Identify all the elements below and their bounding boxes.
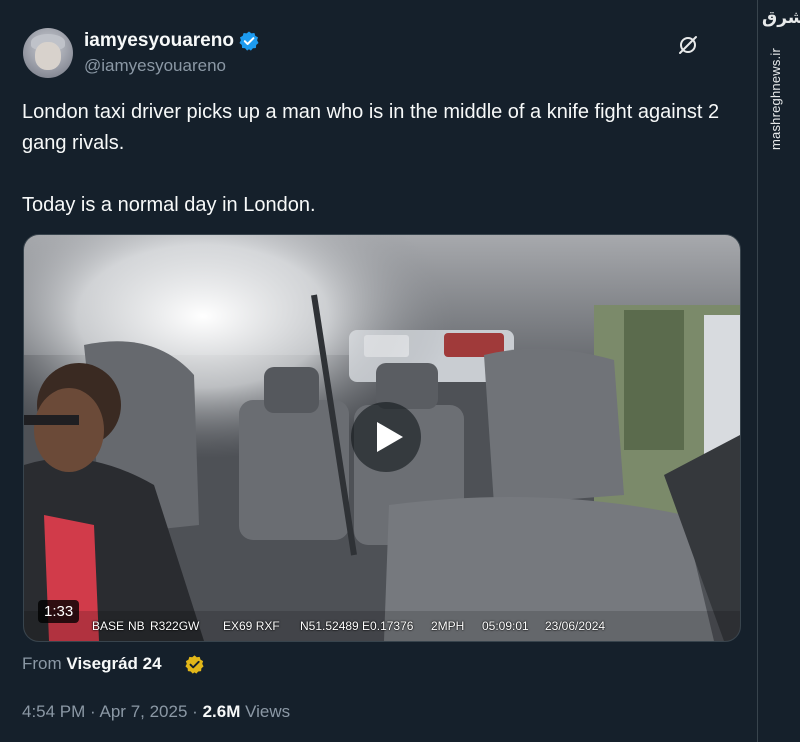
video-player[interactable]: 1:33 BASE NB R322GW EX69 RXF N51.52489 E… (23, 234, 741, 642)
author-handle[interactable]: @iamyesyouareno (84, 56, 226, 76)
views-label: Views (245, 702, 291, 721)
meta-separator: · (90, 702, 96, 721)
tweet-time[interactable]: 4:54 PM (22, 702, 85, 721)
meta-separator: · (192, 702, 198, 721)
avatar-face (35, 42, 61, 70)
grok-icon[interactable] (676, 33, 700, 57)
watermark-logo: مشرق (762, 8, 800, 28)
play-icon (377, 422, 403, 452)
video-source: From Visegrád 24 (22, 654, 162, 674)
video-duration: 1:33 (38, 600, 80, 623)
watermark: مشرق mashreghnews.ir (758, 0, 800, 742)
video-overlay-speed: 2MPH (431, 619, 465, 633)
video-overlay-date: 23/06/2024 (545, 619, 606, 633)
video-overlay-plate-ref: R322GW (150, 619, 200, 633)
gold-verified-icon (185, 655, 204, 674)
video-source-name[interactable]: Visegrád 24 (66, 654, 161, 673)
tweet-text-line: London taxi driver picks up a man who is… (22, 101, 720, 154)
video-overlay-reg: EX69 RXF (223, 619, 280, 633)
video-overlay-coords: N51.52489 E0.17376 (300, 619, 414, 633)
tweet-text-line: Today is a normal day in London. (22, 194, 316, 216)
video-source-prefix: From (22, 654, 62, 673)
tweet-meta: 4:54 PM · Apr 7, 2025 · 2.6M Views (22, 702, 290, 722)
author-display-name[interactable]: iamyesyouareno (84, 30, 234, 52)
verified-check-icon (239, 31, 259, 51)
tweet-text: London taxi driver picks up a man who is… (22, 97, 742, 221)
watermark-site: mashreghnews.ir (768, 48, 783, 150)
video-overlay-base: BASE (92, 619, 125, 633)
video-overlay-camera-id: NB (128, 619, 145, 633)
tweet-card: iamyesyouareno @iamyesyouareno London ta… (0, 0, 800, 742)
play-button[interactable] (351, 402, 421, 472)
video-overlay-time: 05:09:01 (482, 619, 529, 633)
tweet-date[interactable]: Apr 7, 2025 (100, 702, 188, 721)
views-count: 2.6M (202, 702, 241, 721)
author-avatar[interactable] (23, 28, 73, 78)
